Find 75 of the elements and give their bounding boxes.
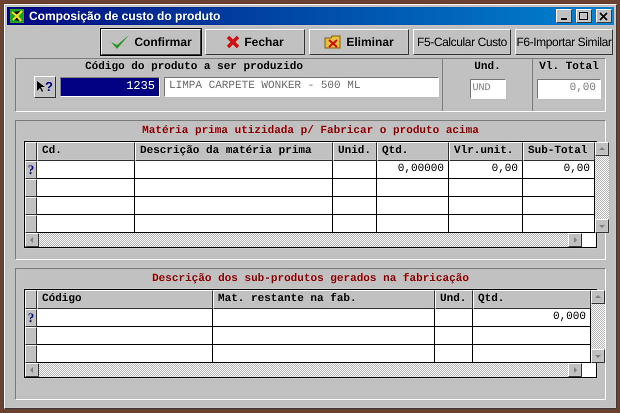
maximize-button[interactable] <box>576 9 592 23</box>
column-header[interactable]: Descrição da matéria prima <box>135 142 333 161</box>
field-label: Código do produto a ser produzido <box>84 60 304 75</box>
toolbar-button[interactable]: F5-Calcular Custo <box>413 29 511 55</box>
column-header[interactable]: Cd. <box>37 142 135 161</box>
column-header[interactable]: Qtd. <box>473 290 591 309</box>
vertical-scrollbar[interactable] <box>591 290 605 363</box>
scroll-arrow-button[interactable] <box>591 290 605 304</box>
horizontal-scrollbar[interactable] <box>25 233 582 247</box>
table-cell <box>333 197 377 215</box>
table-cell <box>523 215 595 233</box>
toolbar-button[interactable]: Eliminar <box>309 29 409 55</box>
toolbar-button[interactable]: F6-Importar Similar <box>515 29 613 55</box>
column-header[interactable]: Sub-Total <box>523 142 595 161</box>
scroll-arrow-button[interactable] <box>25 233 39 247</box>
window-title: Composição de custo do produto <box>29 8 222 25</box>
scroll-arrow-button[interactable] <box>595 142 609 156</box>
scroll-arrow-button[interactable] <box>568 363 582 377</box>
table-cell <box>377 215 449 233</box>
maximize-icon <box>579 12 589 20</box>
app-icon <box>9 8 25 24</box>
horizontal-scrollbar[interactable] <box>25 363 582 377</box>
column-header[interactable]: Qtd. <box>377 142 449 161</box>
minimize-icon <box>561 18 567 20</box>
table-cell: 0,000 <box>473 309 591 327</box>
scroll-arrow-button[interactable] <box>591 349 605 363</box>
scrollbar-corner <box>582 363 596 377</box>
table-cell <box>377 179 449 197</box>
column-header[interactable]: Unid. <box>333 142 377 161</box>
table-cell: 0,00 <box>523 161 595 179</box>
row-indicator[interactable] <box>25 345 37 363</box>
row-indicator[interactable]: ? <box>25 161 37 179</box>
table-cell <box>333 215 377 233</box>
close-icon <box>599 12 609 20</box>
column-header[interactable]: Mat. restante na fab. <box>213 290 435 309</box>
x-icon <box>226 35 240 49</box>
table-cell: 0,00000 <box>377 161 449 179</box>
table-cell: 0,00 <box>449 161 523 179</box>
row-indicator[interactable] <box>25 197 37 215</box>
scroll-arrow-button[interactable] <box>568 233 582 247</box>
table-cell <box>523 179 595 197</box>
check-icon <box>110 34 130 50</box>
table-cell <box>435 327 473 345</box>
row-indicator[interactable] <box>25 215 37 233</box>
row-indicator[interactable] <box>25 179 37 197</box>
section-title: Descrição dos sub-produtos gerados na fabricação <box>151 272 470 287</box>
folder-icon <box>324 34 342 50</box>
field-label: Und. <box>474 60 501 75</box>
column-header[interactable]: Und. <box>435 290 473 309</box>
table-cell <box>435 309 473 327</box>
scroll-arrow-button[interactable] <box>595 219 609 233</box>
help-button[interactable]: ? <box>34 76 56 98</box>
column-header[interactable]: Código <box>37 290 213 309</box>
row-indicator[interactable] <box>25 327 37 345</box>
column-header[interactable]: Vlr.unit. <box>449 142 523 161</box>
table-cell <box>435 345 473 363</box>
table-cell <box>523 197 595 215</box>
minimize-button[interactable] <box>556 9 572 23</box>
toolbar-button[interactable]: Fechar <box>205 29 305 55</box>
product-code-field[interactable]: 1235 <box>60 77 160 97</box>
field-label: Vl. Total <box>539 60 599 75</box>
toolbar-button[interactable]: Confirmar <box>101 29 201 55</box>
pointer-icon <box>37 81 46 93</box>
total-field[interactable]: 0,00 <box>537 79 601 99</box>
vertical-scrollbar[interactable] <box>595 142 609 233</box>
unit-field[interactable]: UND <box>470 79 506 99</box>
scroll-arrow-button[interactable] <box>25 363 39 377</box>
table-cell <box>333 179 377 197</box>
section-title: Matéria prima utizidada p/ Fabricar o produto acima <box>141 124 480 139</box>
table-cell <box>333 161 377 179</box>
table-cell <box>377 197 449 215</box>
product-description-field[interactable]: LIMPA CARPETE WONKER - 500 ML <box>164 77 439 97</box>
scrollbar-corner <box>582 233 596 247</box>
close-button[interactable] <box>596 9 612 23</box>
row-indicator[interactable]: ? <box>25 309 37 327</box>
